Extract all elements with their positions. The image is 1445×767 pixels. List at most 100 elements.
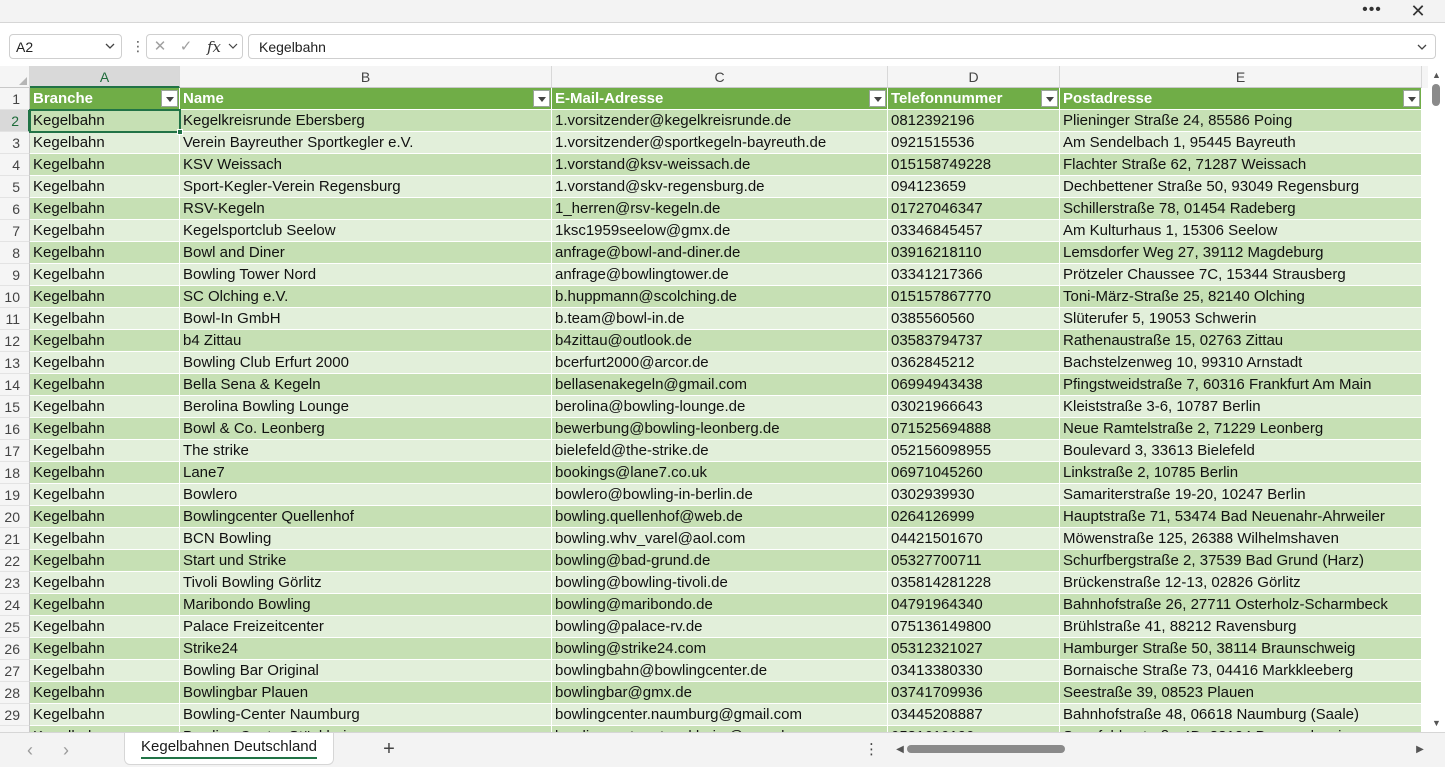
cancel-icon[interactable]: ✕ (151, 38, 169, 56)
cell-telefon[interactable]: 015158749228 (888, 154, 1060, 176)
cell-branche[interactable]: Kegelbahn (30, 330, 180, 352)
cell-postadresse[interactable]: Kleiststraße 3-6, 10787 Berlin (1060, 396, 1422, 418)
cell-name[interactable]: RSV-Kegeln (180, 198, 552, 220)
cell-branche[interactable]: Kegelbahn (30, 616, 180, 638)
cell-branche[interactable]: Kegelbahn (30, 154, 180, 176)
cell-postadresse[interactable]: Prötzeler Chaussee 7C, 15344 Strausberg (1060, 264, 1422, 286)
cell-telefon[interactable]: 04421501670 (888, 528, 1060, 550)
cell-name[interactable]: Bowling-Center Naumburg (180, 704, 552, 726)
cell-email[interactable]: b.huppmann@scolching.de (552, 286, 888, 308)
cell-email[interactable]: bielefeld@the-strike.de (552, 440, 888, 462)
cell-telefon[interactable]: 0264126999 (888, 506, 1060, 528)
cell-telefon[interactable]: 03445208887 (888, 704, 1060, 726)
cell-branche[interactable]: Kegelbahn (30, 704, 180, 726)
row-header[interactable]: 13 (0, 352, 30, 374)
cell-telefon[interactable]: 03741709936 (888, 682, 1060, 704)
cell-branche[interactable]: Kegelbahn (30, 506, 180, 528)
cell-postadresse[interactable]: Hauptstraße 71, 53474 Bad Neuenahr-Ahrwe… (1060, 506, 1422, 528)
cell-telefon[interactable]: 0385560560 (888, 308, 1060, 330)
cell-postadresse[interactable]: Am Sendelbach 1, 95445 Bayreuth (1060, 132, 1422, 154)
header-cell-telefon[interactable]: Telefonnummer (888, 88, 1060, 110)
row-header[interactable]: 26 (0, 638, 30, 660)
column-header-e[interactable]: E (1060, 66, 1422, 88)
chevron-down-icon[interactable] (227, 40, 239, 52)
row-header[interactable]: 22 (0, 550, 30, 572)
row-header[interactable]: 18 (0, 462, 30, 484)
row-header[interactable]: 10 (0, 286, 30, 308)
cell-branche[interactable]: Kegelbahn (30, 132, 180, 154)
row-header[interactable]: 12 (0, 330, 30, 352)
filter-dropdown-icon[interactable] (1041, 90, 1058, 107)
cell-email[interactable]: bowling.whv_varel@aol.com (552, 528, 888, 550)
header-cell-name[interactable]: Name (180, 88, 552, 110)
cell-branche[interactable]: Kegelbahn (30, 374, 180, 396)
row-header[interactable]: 16 (0, 418, 30, 440)
cell-name[interactable]: Bowl-In GmbH (180, 308, 552, 330)
cell-postadresse[interactable]: Linkstraße 2, 10785 Berlin (1060, 462, 1422, 484)
row-header[interactable]: 28 (0, 682, 30, 704)
cell-branche[interactable]: Kegelbahn (30, 484, 180, 506)
cell-email[interactable]: 1.vorstand@skv-regensburg.de (552, 176, 888, 198)
cell-name[interactable]: SC Olching e.V. (180, 286, 552, 308)
cell-email[interactable]: anfrage@bowl-and-diner.de (552, 242, 888, 264)
cell-postadresse[interactable]: Schillerstraße 78, 01454 Radeberg (1060, 198, 1422, 220)
cell-branche[interactable]: Kegelbahn (30, 352, 180, 374)
cell-branche[interactable]: Kegelbahn (30, 418, 180, 440)
row-header[interactable]: 7 (0, 220, 30, 242)
sheet-tab-kegelbahnen-deutschland[interactable]: Kegelbahnen Deutschland (124, 733, 334, 765)
scroll-up-icon[interactable]: ▲ (1428, 68, 1445, 82)
cell-postadresse[interactable]: Hamburger Straße 50, 38114 Braunschweig (1060, 638, 1422, 660)
row-header[interactable]: 3 (0, 132, 30, 154)
cell-email[interactable]: bowling@strike24.com (552, 638, 888, 660)
cell-name[interactable]: The strike (180, 440, 552, 462)
cell-branche[interactable]: Kegelbahn (30, 176, 180, 198)
cell-branche[interactable]: Kegelbahn (30, 242, 180, 264)
cell-telefon[interactable]: 03341217366 (888, 264, 1060, 286)
cell-telefon[interactable]: 05312321027 (888, 638, 1060, 660)
cell-name[interactable]: Bowling Bar Original (180, 660, 552, 682)
cell-branche[interactable]: Kegelbahn (30, 220, 180, 242)
cell-branche[interactable]: Kegelbahn (30, 638, 180, 660)
cell-name[interactable]: Bowlingcenter Quellenhof (180, 506, 552, 528)
row-header[interactable]: 8 (0, 242, 30, 264)
cell-email[interactable]: bowling.quellenhof@web.de (552, 506, 888, 528)
spreadsheet-grid[interactable]: A B C D E 1 Branche Name E-Mail-Adresse Tele… (0, 66, 1428, 732)
cell-email[interactable]: bowlingbahn@bowlingcenter.de (552, 660, 888, 682)
formula-input[interactable]: Kegelbahn (248, 34, 1436, 59)
cell-branche[interactable]: Kegelbahn (30, 660, 180, 682)
cell-email[interactable]: bookings@lane7.co.uk (552, 462, 888, 484)
cell-name[interactable]: Tivoli Bowling Görlitz (180, 572, 552, 594)
cell-name[interactable]: BCN Bowling (180, 528, 552, 550)
cell-email[interactable]: bcerfurt2000@arcor.de (552, 352, 888, 374)
cell-name[interactable]: Start und Strike (180, 550, 552, 572)
cell-postadresse[interactable]: Boulevard 3, 33613 Bielefeld (1060, 440, 1422, 462)
row-header[interactable]: 1 (0, 88, 30, 110)
cell-name[interactable]: Palace Freizeitcenter (180, 616, 552, 638)
enter-check-icon[interactable]: ✓ (177, 38, 195, 56)
cell-postadresse[interactable]: Lemsdorfer Weg 27, 39112 Magdeburg (1060, 242, 1422, 264)
filter-dropdown-icon[interactable] (533, 90, 550, 107)
cell-postadresse[interactable]: Brückenstraße 12-13, 02826 Görlitz (1060, 572, 1422, 594)
cell-email[interactable]: 1.vorsitzender@kegelkreisrunde.de (552, 110, 888, 132)
cell-branche[interactable]: Kegelbahn (30, 462, 180, 484)
cell-name[interactable]: Bowling Club Erfurt 2000 (180, 352, 552, 374)
cell-email[interactable]: 1_herren@rsv-kegeln.de (552, 198, 888, 220)
row-header[interactable]: 24 (0, 594, 30, 616)
cell-email[interactable]: anfrage@bowlingtower.de (552, 264, 888, 286)
filter-dropdown-icon[interactable] (1403, 90, 1420, 107)
column-header-a[interactable]: A (30, 66, 180, 88)
row-header[interactable]: 6 (0, 198, 30, 220)
column-header-b[interactable]: B (180, 66, 552, 88)
cell-email[interactable]: bowlingcenter.naumburg@gmail.com (552, 704, 888, 726)
header-cell-email[interactable]: E-Mail-Adresse (552, 88, 888, 110)
row-header[interactable]: 11 (0, 308, 30, 330)
cell-postadresse[interactable]: Rathenaustraße 15, 02763 Zittau (1060, 330, 1422, 352)
row-header[interactable]: 4 (0, 154, 30, 176)
cell-telefon[interactable]: 071525694888 (888, 418, 1060, 440)
previous-sheet-icon[interactable]: ‹ (20, 741, 40, 761)
cell-postadresse[interactable]: Bachstelzenweg 10, 99310 Arnstadt (1060, 352, 1422, 374)
cell-email[interactable]: bowlero@bowling-in-berlin.de (552, 484, 888, 506)
cell-telefon[interactable]: 03346845457 (888, 220, 1060, 242)
horizontal-scrollbar[interactable]: ◀ ▶ (890, 741, 1426, 759)
row-header[interactable]: 27 (0, 660, 30, 682)
